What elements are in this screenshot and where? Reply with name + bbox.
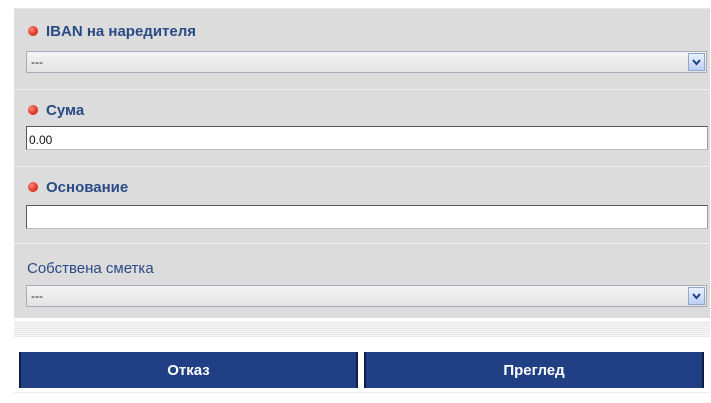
own-account-dropdown-button[interactable]	[688, 287, 705, 305]
field-row-payer-iban: IBAN на наредителя ---	[14, 9, 710, 90]
own-account-select[interactable]: ---	[26, 285, 707, 307]
field-row-reason: Основание	[14, 167, 710, 244]
amount-input[interactable]: 0.00	[26, 126, 708, 150]
required-dot-icon	[28, 182, 38, 192]
field-row-amount: Сума 0.00	[14, 90, 710, 167]
amount-label-wrap: Сума	[28, 102, 84, 119]
payer-iban-selected-value: ---	[31, 55, 43, 69]
reason-input[interactable]	[26, 205, 708, 229]
field-row-own-account: Собствена сметка ---	[14, 244, 710, 317]
own-account-label: Собствена сметка	[27, 260, 154, 277]
separator-strip	[14, 321, 710, 337]
chevron-down-icon	[692, 293, 701, 300]
required-dot-icon	[28, 105, 38, 115]
payer-iban-dropdown-button[interactable]	[688, 53, 705, 71]
payer-iban-label: IBAN на наредителя	[46, 23, 197, 40]
payment-form-panel: IBAN на наредителя --- Сума 0.00 Основан…	[14, 8, 710, 318]
chevron-down-icon	[692, 59, 701, 66]
own-account-selected-value: ---	[31, 289, 43, 303]
required-dot-icon	[28, 26, 38, 36]
payer-iban-select[interactable]: ---	[26, 51, 707, 73]
preview-button[interactable]: Преглед	[364, 352, 704, 388]
amount-label: Сума	[46, 102, 85, 119]
reason-label: Основание	[46, 179, 129, 196]
cancel-button[interactable]: Отказ	[19, 352, 358, 388]
reason-label-wrap: Основание	[28, 179, 128, 196]
bottom-divider	[14, 392, 710, 393]
payer-iban-label-wrap: IBAN на наредителя	[28, 23, 196, 40]
